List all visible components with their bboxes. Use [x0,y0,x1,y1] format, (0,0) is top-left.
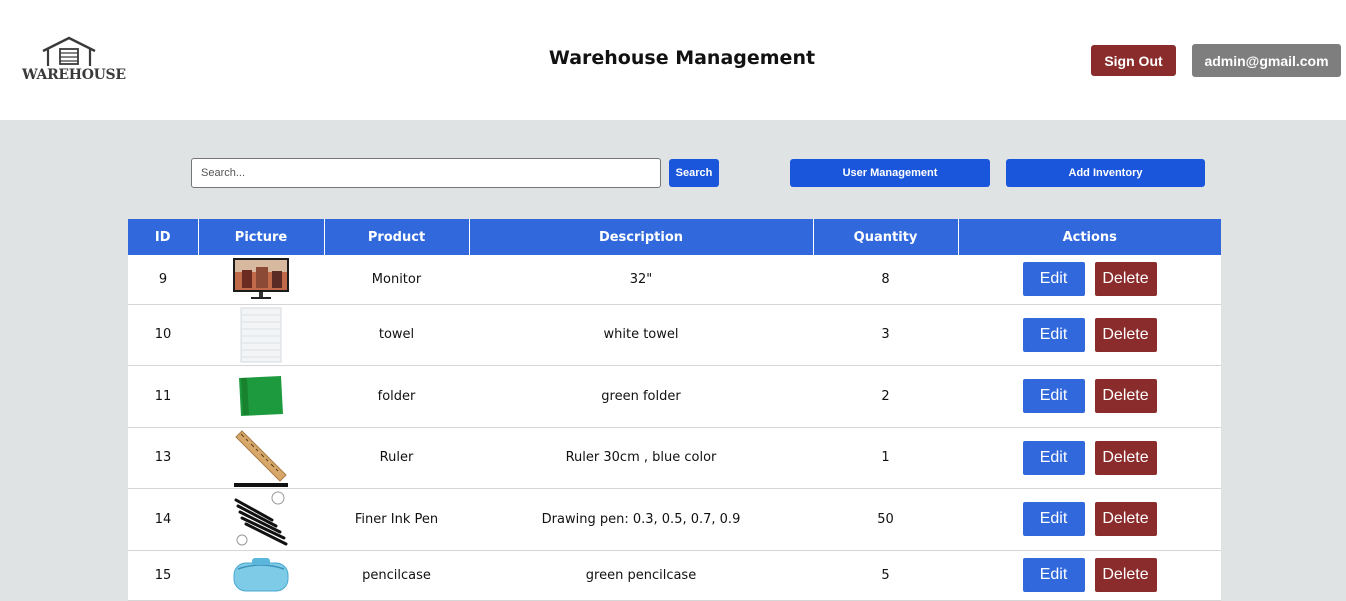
column-header-actions[interactable]: Actions [957,219,1221,255]
inventory-table: ID Picture Product Description Quantity … [128,219,1221,601]
edit-button[interactable]: Edit [1022,317,1085,352]
cell-quantity: 1 [813,427,958,489]
table-row: 13 Ruler Ruler 30cm , blue color 1 Edit … [128,427,1221,489]
folder-image [239,376,283,416]
logo-text: WAREHOUSE [22,67,126,83]
search-button[interactable]: Search [669,159,719,187]
cell-product: towel [324,304,469,366]
cell-product: Finer Ink Pen [324,488,469,551]
sign-out-button[interactable]: Sign Out [1091,45,1176,76]
cell-actions: Edit Delete [958,365,1221,428]
pencilcase-image [233,558,289,592]
cell-description: 32" [469,255,813,305]
cell-product: folder [324,365,469,428]
cell-id: 14 [128,488,198,551]
cell-quantity: 3 [813,304,958,366]
cell-id: 9 [128,255,198,305]
cell-picture [198,427,324,489]
add-inventory-button[interactable]: Add Inventory [1006,159,1205,187]
cell-picture [198,255,324,305]
column-header-description[interactable]: Description [468,219,813,255]
cell-description: white towel [469,304,813,366]
cell-product: Monitor [324,255,469,305]
cell-actions: Edit Delete [958,304,1221,366]
table-row: 11 folder green folder 2 Edit Delete [128,365,1221,428]
cell-picture [198,365,324,428]
cell-quantity: 2 [813,365,958,428]
cell-description: green folder [469,365,813,428]
cell-quantity: 8 [813,255,958,305]
warehouse-logo: WAREHOUSE [22,36,126,86]
top-header: WAREHOUSE Warehouse Management Sign Out … [0,0,1346,120]
edit-button[interactable]: Edit [1022,440,1085,475]
page-title: Warehouse Management [548,47,816,69]
edit-button[interactable]: Edit [1022,502,1085,536]
cell-product: pencilcase [324,550,469,601]
delete-button[interactable]: Delete [1094,379,1157,413]
table-row: 15 pencilcase green pencilcase 5 Edit De… [128,550,1221,601]
delete-button[interactable]: Delete [1094,558,1157,592]
cell-description: Ruler 30cm , blue color [469,427,813,489]
cell-id: 13 [128,427,198,489]
edit-button[interactable]: Edit [1022,379,1085,413]
edit-button[interactable]: Edit [1022,558,1085,592]
cell-actions: Edit Delete [958,255,1221,305]
search-input[interactable] [191,158,661,188]
table-row: 14 Finer Ink Pen Drawing pen: 0.3, 0.5, … [128,488,1221,551]
delete-button[interactable]: Delete [1094,262,1157,297]
warehouse-icon [42,36,96,66]
edit-button[interactable]: Edit [1022,262,1085,297]
monitor-image [233,258,289,300]
cell-id: 11 [128,365,198,428]
cell-picture [198,304,324,366]
ruler-image [234,429,288,487]
cell-picture [198,550,324,601]
user-email-button[interactable]: admin@gmail.com [1192,44,1341,77]
table-row: 9 Monitor 32" 8 Edit Delete [128,255,1221,305]
table-header-row: ID Picture Product Description Quantity … [128,219,1221,255]
cell-actions: Edit Delete [958,488,1221,551]
column-header-picture[interactable]: Picture [197,219,324,255]
cell-description: Drawing pen: 0.3, 0.5, 0.7, 0.9 [469,488,813,551]
cell-quantity: 50 [813,488,958,551]
delete-button[interactable]: Delete [1094,502,1157,536]
cell-actions: Edit Delete [958,550,1221,601]
delete-button[interactable]: Delete [1094,440,1157,475]
cell-actions: Edit Delete [958,427,1221,489]
pen-image [234,491,288,546]
cell-id: 15 [128,550,198,601]
cell-id: 10 [128,304,198,366]
table-row: 10 towel white towel 3 Edit Delete [128,304,1221,366]
delete-button[interactable]: Delete [1094,317,1157,352]
column-header-quantity[interactable]: Quantity [812,219,958,255]
column-header-product[interactable]: Product [323,219,469,255]
cell-picture [198,488,324,551]
user-management-button[interactable]: User Management [790,159,990,187]
towel-image [240,307,282,362]
column-header-id[interactable]: ID [128,219,198,255]
cell-description: green pencilcase [469,550,813,601]
cell-product: Ruler [324,427,469,489]
cell-quantity: 5 [813,550,958,601]
